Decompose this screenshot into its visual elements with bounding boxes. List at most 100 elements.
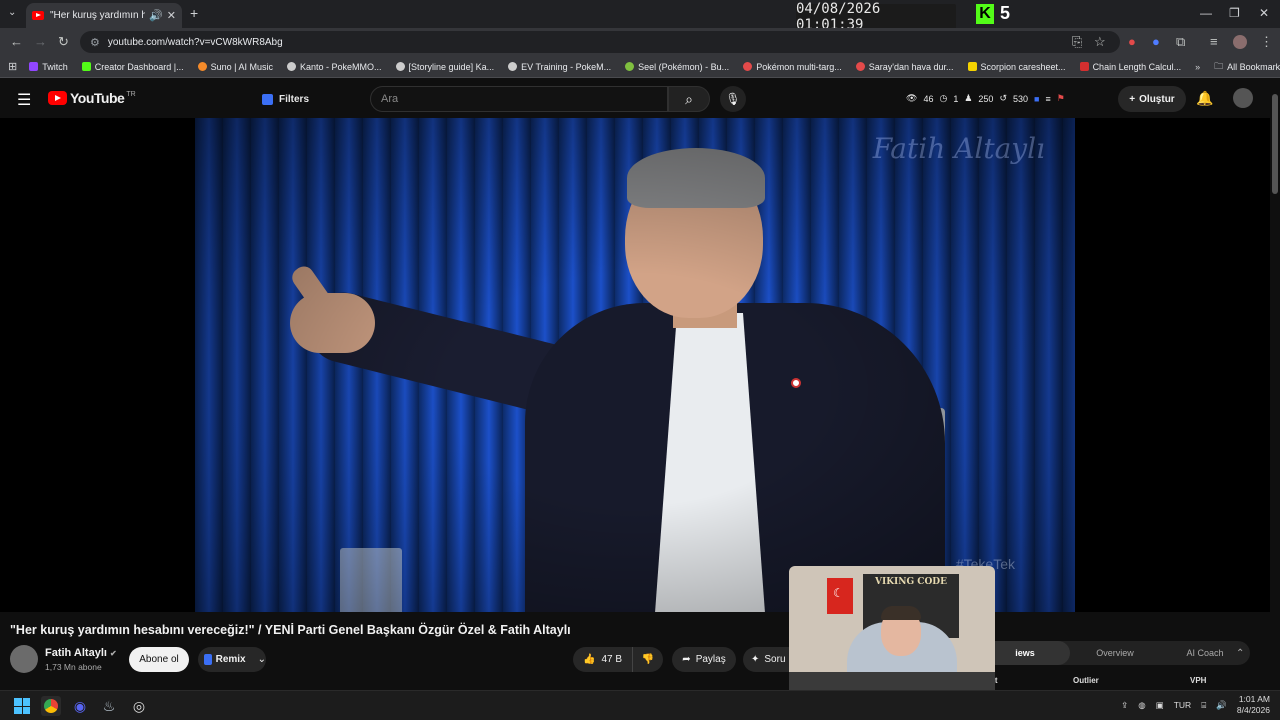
- voice-search-button[interactable]: 🎙: [720, 86, 746, 112]
- bookmark-item[interactable]: Creator Dashboard |...: [81, 62, 184, 72]
- tab-strip: ⌄ "Her kuruş yardımın hesab 🔊 ✕ + — ❐ ✕: [0, 0, 1280, 28]
- filters-button[interactable]: Filters: [262, 88, 309, 110]
- bookmark-item[interactable]: Kanto - PokeMMO...: [287, 62, 382, 72]
- dislike-button[interactable]: 👎: [633, 654, 663, 665]
- vidiq-icon[interactable]: ■: [1034, 94, 1039, 104]
- person-icon: ♟: [964, 93, 973, 103]
- video-vignette: [195, 118, 1075, 612]
- volume-icon[interactable]: 🔊: [1216, 700, 1227, 711]
- chevron-down-icon[interactable]: ⌄: [258, 654, 266, 665]
- desk-shape: [789, 672, 995, 690]
- menu-dots-icon[interactable]: ⋮: [1260, 34, 1273, 50]
- bookmark-icon: [395, 62, 405, 71]
- microphone-icon: 🎙: [725, 92, 741, 106]
- bookmark-icon: [743, 62, 753, 71]
- site-info-icon[interactable]: ⚙: [90, 36, 100, 49]
- minimize-icon[interactable]: —: [1200, 6, 1212, 20]
- share-button[interactable]: ➦ Paylaş: [672, 647, 736, 672]
- tab-title: "Her kuruş yardımın hesab: [50, 10, 146, 21]
- extension-icon[interactable]: ●: [1152, 34, 1160, 49]
- turkish-flag: [827, 578, 853, 614]
- hamburger-menu-icon[interactable]: ☰: [17, 90, 31, 110]
- bookmark-item[interactable]: Seel (Pokémon) - Bu...: [625, 62, 729, 72]
- channel-name[interactable]: Fatih Altaylı ✔: [45, 647, 117, 659]
- create-button[interactable]: + Oluştur: [1118, 86, 1186, 112]
- verified-icon: ✔: [110, 649, 117, 658]
- vidiq-panel-tabs: iews Overview AI Coach: [980, 641, 1250, 665]
- bookmark-icon: [81, 62, 91, 71]
- forward-icon[interactable]: →: [34, 34, 47, 49]
- new-tab-icon[interactable]: +: [190, 5, 198, 21]
- scrollbar-thumb[interactable]: [1272, 94, 1278, 194]
- bookmark-item[interactable]: EV Training - PokeM...: [508, 62, 611, 72]
- network-icon[interactable]: ⌸: [1201, 700, 1206, 711]
- taskbar-clock[interactable]: 1:01 AM 8/4/2026: [1237, 694, 1270, 716]
- back-icon[interactable]: ←: [10, 34, 23, 49]
- reload-icon[interactable]: ↻: [58, 34, 69, 50]
- like-dislike-group: 👍 47 B 👎: [573, 647, 663, 672]
- url-text: youtube.com/watch?v=vCW8kWR8Abg: [107, 36, 283, 48]
- collapse-chevron-icon[interactable]: ⌃: [1236, 648, 1244, 659]
- bookmark-icon: [29, 62, 39, 71]
- chrome-icon[interactable]: [41, 696, 61, 716]
- restore-icon[interactable]: ❐: [1229, 6, 1240, 20]
- profile-avatar[interactable]: [1233, 35, 1247, 49]
- bookmark-icon: [508, 62, 518, 71]
- all-bookmarks[interactable]: 🗀 All Bookmarks: [1214, 59, 1280, 75]
- steam-icon[interactable]: ♨: [99, 696, 119, 716]
- speaker-icon[interactable]: 🔊: [149, 9, 163, 22]
- windows-start-icon[interactable]: [12, 696, 32, 716]
- bookmark-item[interactable]: Suno | AI Music: [197, 62, 273, 72]
- tab-overview[interactable]: Overview: [1070, 648, 1160, 658]
- tab-list-chevron-icon[interactable]: ⌄: [8, 7, 16, 18]
- history-icon: ↺: [999, 93, 1007, 103]
- notifications-bell-icon[interactable]: 🔔: [1196, 90, 1213, 107]
- system-tray: ⇪ ◍ ▣ TUR ⌸ 🔊 1:01 AM 8/4/2026: [1121, 694, 1270, 716]
- list-icon[interactable]: ≡: [1045, 94, 1050, 104]
- bookmarks-bar: ⊞ Twitch Creator Dashboard |... Suno | A…: [0, 56, 1280, 78]
- tray-icon[interactable]: ⇪: [1121, 700, 1128, 711]
- eye-icon: 👁: [906, 93, 918, 103]
- channel-avatar[interactable]: [10, 645, 38, 673]
- page-scrollbar[interactable]: [1270, 80, 1280, 690]
- bookmark-item[interactable]: Chain Length Calcul...: [1079, 62, 1181, 72]
- tray-icon[interactable]: ▣: [1156, 700, 1164, 711]
- video-player[interactable]: Fatih Altaylı #TekeTek: [0, 118, 1270, 612]
- alert-icon[interactable]: ⚑: [1057, 93, 1065, 104]
- address-bar[interactable]: ⚙ youtube.com/watch?v=vCW8kWR8Abg: [80, 31, 1120, 53]
- vidiq-icon: [204, 654, 212, 665]
- like-button[interactable]: 👍 47 B: [573, 647, 633, 672]
- search-input[interactable]: Ara: [370, 86, 668, 112]
- app-icon[interactable]: ◎: [129, 696, 149, 716]
- bookmark-icon: [855, 62, 865, 71]
- subscribe-button[interactable]: Abone ol: [129, 647, 189, 672]
- bookmark-item[interactable]: Twitch: [29, 62, 68, 72]
- column-header: VPH: [1190, 676, 1207, 685]
- remix-button[interactable]: Remix ⌄: [198, 647, 266, 672]
- extensions-puzzle-icon[interactable]: ⧉: [1176, 34, 1185, 50]
- install-icon[interactable]: ⎘: [1072, 34, 1082, 50]
- close-window-icon[interactable]: ✕: [1259, 6, 1269, 20]
- reading-list-icon[interactable]: ≡: [1210, 34, 1218, 49]
- clock-icon: ◷: [939, 93, 948, 103]
- bookmark-item[interactable]: [Storyline guide] Ka...: [395, 62, 494, 72]
- close-tab-icon[interactable]: ✕: [167, 9, 176, 22]
- bookmark-item[interactable]: Scorpion caresheet...: [967, 62, 1066, 72]
- subscriber-count: 1,73 Mn abone: [45, 662, 102, 672]
- search-button[interactable]: ⌕: [668, 86, 710, 112]
- lang-indicator[interactable]: TUR: [1174, 700, 1191, 710]
- discord-icon[interactable]: ◉: [70, 696, 90, 716]
- more-bookmarks-icon[interactable]: »: [1195, 62, 1200, 72]
- tray-icon[interactable]: ◍: [1138, 700, 1145, 711]
- bookmark-item[interactable]: Saray'dan hava dur...: [855, 62, 954, 72]
- video-frame[interactable]: Fatih Altaylı #TekeTek: [195, 118, 1075, 612]
- kick-count: 5: [1000, 3, 1011, 23]
- apps-grid-icon[interactable]: ⊞: [8, 60, 17, 73]
- account-avatar[interactable]: [1233, 88, 1253, 108]
- youtube-logo[interactable]: YouTube TR: [48, 90, 136, 106]
- tab-active[interactable]: "Her kuruş yardımın hesab 🔊 ✕: [26, 3, 182, 28]
- extension-icon[interactable]: ●: [1128, 34, 1136, 49]
- bookmark-star-icon[interactable]: ☆: [1094, 34, 1106, 50]
- bookmark-item[interactable]: Pokémon multi-targ...: [743, 62, 842, 72]
- youtube-favicon-icon: [32, 11, 44, 20]
